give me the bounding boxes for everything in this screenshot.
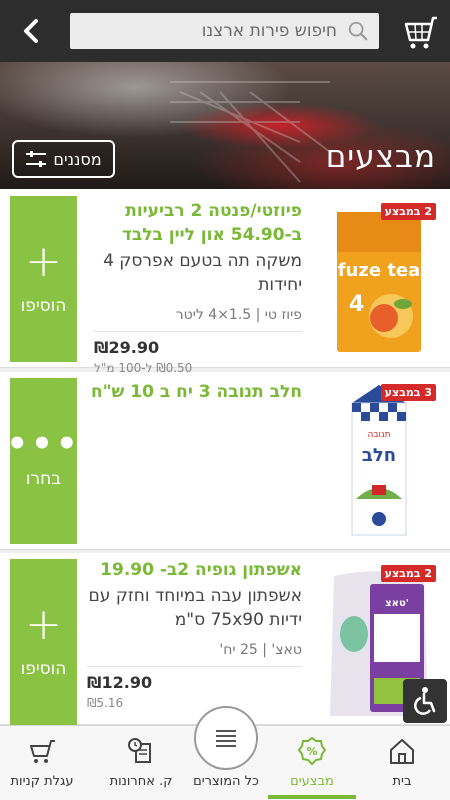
chevron-left-icon	[24, 19, 38, 43]
product-price: ₪29.90	[94, 338, 160, 357]
product-card: + הוסיפו טאצ' 2 במבצע אשפתון גופיה 2ב- 1…	[0, 553, 450, 725]
product-info: פיוזטי/פנטה 2 רביעיות ב-54.90 און ליין ב…	[94, 199, 302, 375]
svg-text:4: 4	[349, 292, 364, 317]
unit-price: ₪5.16	[87, 696, 124, 710]
product-image-milk: תנובה חלב	[320, 380, 438, 540]
filter-button[interactable]: מסננים	[12, 140, 115, 178]
deal-badge: 2 במבצע	[380, 203, 436, 220]
deals-hero-banner: מבצעים מסננים	[0, 62, 450, 189]
promo-text[interactable]: פיוזטי/פנטה 2 רביעיות ב-54.90 און ליין ב…	[94, 199, 302, 247]
list-icon	[216, 730, 236, 747]
product-card: + הוסיפו fuze tea 4 2 במבצע פיוזטי/פנטה …	[0, 189, 450, 375]
deal-badge: 2 במבצע	[380, 565, 436, 582]
search-icon	[348, 21, 368, 41]
add-to-cart-button[interactable]: + הוסיפו	[10, 559, 77, 725]
product-info: חלב תנובה 3 יח ב 10 ש"ח	[87, 380, 302, 404]
search-input[interactable]	[97, 21, 337, 41]
plus-icon: +	[25, 599, 62, 650]
product-name[interactable]: משקה תה בטעם אפרסק 4 יחידות	[94, 249, 302, 297]
add-to-cart-button[interactable]: + הוסיפו	[10, 196, 77, 362]
search-bar[interactable]	[70, 13, 379, 49]
receipt-clock-icon	[128, 738, 151, 763]
all-products-center-button[interactable]	[194, 706, 258, 770]
sliders-icon	[26, 151, 47, 167]
top-bar	[0, 0, 450, 62]
nav-cart[interactable]: עגלת קניות	[2, 726, 82, 800]
percent-badge-icon: %	[297, 736, 327, 766]
filter-label: מסננים	[53, 149, 102, 169]
choose-button[interactable]: ••• בחרו	[6, 378, 78, 544]
shopping-cart-icon	[30, 740, 55, 763]
product-card: ••• בחרו תנובה חלב 3 במבצע חלב תנובה 3 י…	[0, 372, 450, 550]
svg-text:תנובה: תנובה	[367, 430, 390, 440]
deal-badge: 3 במבצע	[380, 384, 436, 401]
back-button[interactable]	[16, 16, 46, 46]
cart-button[interactable]	[400, 12, 440, 52]
home-icon	[390, 739, 414, 764]
nav-recent-purchases[interactable]: ק. אחרונות	[96, 726, 186, 800]
svg-text:חלב: חלב	[362, 445, 396, 466]
nav-deals[interactable]: % מבצעים	[268, 726, 356, 800]
promo-text[interactable]: אשפתון גופיה 2ב- 19.90	[87, 558, 302, 582]
nav-home[interactable]: בית	[362, 726, 442, 800]
promo-text[interactable]: חלב תנובה 3 יח ב 10 ש"ח	[87, 380, 302, 404]
page-title: מבצעים	[325, 139, 436, 175]
accessibility-button[interactable]	[403, 679, 447, 723]
product-meta: פיוז טי | 1.5×4 ליטר	[94, 307, 302, 332]
product-price: ₪12.90	[87, 673, 153, 692]
more-dots-icon: •••	[6, 424, 81, 464]
product-meta: טאצ' | 25 יח'	[87, 642, 302, 667]
product-info: אשפתון גופיה 2ב- 19.90 אשפתון עבה במיוחד…	[87, 558, 302, 710]
wheelchair-icon	[414, 687, 436, 715]
svg-text:fuze tea: fuze tea	[338, 260, 421, 281]
svg-text:טאצ': טאצ'	[385, 598, 409, 609]
svg-text:%: %	[306, 745, 317, 758]
product-name[interactable]: אשפתון עבה במיוחד וחזק עם ידיות 75x90 ס"…	[87, 584, 302, 632]
product-image-fuze-tea: fuze tea 4	[320, 201, 438, 361]
plus-icon: +	[25, 236, 62, 287]
shopping-cart-icon	[404, 16, 437, 49]
